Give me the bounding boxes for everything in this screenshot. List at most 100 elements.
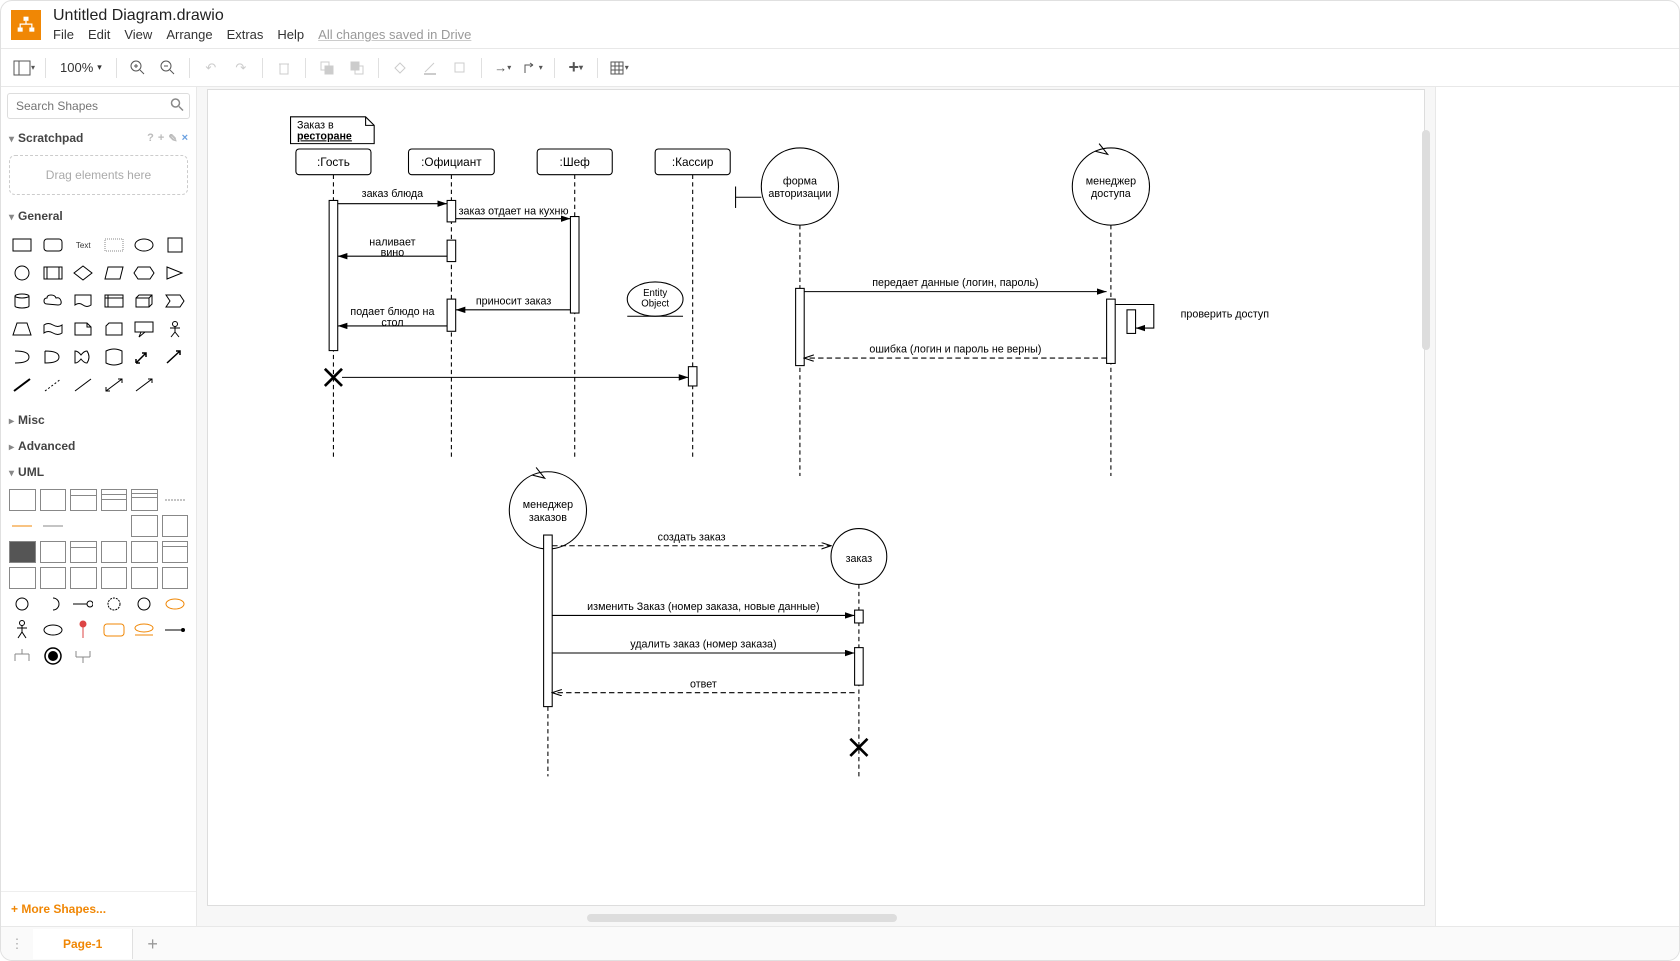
scratchpad-help-icon[interactable]: ? xyxy=(147,132,154,145)
uml-start[interactable] xyxy=(9,593,36,615)
shape-textbox[interactable] xyxy=(101,233,128,257)
shape-trapezoid[interactable] xyxy=(9,317,36,341)
shape-rect[interactable] xyxy=(9,233,36,257)
uml-header[interactable]: ▾UML xyxy=(1,459,196,485)
pages-menu-button[interactable]: ⋮ xyxy=(1,936,33,952)
uml-final[interactable] xyxy=(40,645,67,667)
shape-callout[interactable] xyxy=(131,317,158,341)
scratchpad-edit-icon[interactable]: ✎ xyxy=(168,132,177,145)
uml-usecase[interactable] xyxy=(162,593,189,615)
canvas-area[interactable]: Заказ в ресторане :Гость :Официант :Шеф xyxy=(197,87,1435,926)
horizontal-scrollbar[interactable] xyxy=(587,914,897,922)
shape-process[interactable] xyxy=(40,261,67,285)
shape-cube[interactable] xyxy=(131,289,158,313)
fill-color-button[interactable] xyxy=(387,55,413,81)
uml-join[interactable] xyxy=(162,619,189,641)
uml-interface[interactable] xyxy=(40,489,67,511)
more-shapes-button[interactable]: + More Shapes... xyxy=(1,891,196,926)
uml-entity[interactable] xyxy=(131,619,158,641)
zoom-level[interactable]: 100% ▾ xyxy=(54,60,108,75)
undo-button[interactable]: ↶ xyxy=(198,55,224,81)
scratchpad-header[interactable]: ▾Scratchpad ?+✎× xyxy=(1,125,196,151)
uml-component[interactable] xyxy=(9,541,36,563)
uml-hline[interactable] xyxy=(40,515,67,537)
shape-text[interactable]: Text xyxy=(70,233,97,257)
uml-class[interactable] xyxy=(70,489,97,511)
save-status[interactable]: All changes saved in Drive xyxy=(318,27,471,42)
view-mode-button[interactable]: ▾ xyxy=(11,55,37,81)
zoom-out-button[interactable] xyxy=(155,55,181,81)
shape-arrow[interactable] xyxy=(162,345,189,369)
delete-button[interactable] xyxy=(271,55,297,81)
shape-and[interactable] xyxy=(70,345,97,369)
shape-cloud[interactable] xyxy=(40,289,67,313)
uml-package[interactable] xyxy=(101,541,128,563)
shape-actor[interactable] xyxy=(162,317,189,341)
shape-datastore[interactable] xyxy=(101,345,128,369)
general-header[interactable]: ▾General xyxy=(1,203,196,229)
uml-comp5[interactable] xyxy=(70,567,97,589)
scratchpad-dropzone[interactable]: Drag elements here xyxy=(9,155,188,195)
misc-header[interactable]: ▸Misc xyxy=(1,407,196,433)
connection-button[interactable]: → ▾ xyxy=(490,55,516,81)
uml-comp3[interactable] xyxy=(9,567,36,589)
uml-component2[interactable] xyxy=(40,541,67,563)
shape-circle[interactable] xyxy=(9,261,36,285)
search-icon[interactable] xyxy=(170,98,184,115)
uml-port[interactable] xyxy=(70,593,97,615)
uml-actor2[interactable] xyxy=(9,619,36,641)
uml-title[interactable] xyxy=(131,515,158,537)
shape-arrow-bidir[interactable] xyxy=(131,345,158,369)
canvas[interactable]: Заказ в ресторане :Гость :Официант :Шеф xyxy=(207,89,1425,906)
app-logo[interactable] xyxy=(11,10,41,40)
uml-end[interactable] xyxy=(40,593,67,615)
menu-edit[interactable]: Edit xyxy=(88,27,110,42)
shape-step[interactable] xyxy=(162,289,189,313)
uml-pin[interactable] xyxy=(70,619,97,641)
uml-class3[interactable] xyxy=(101,489,128,511)
uml-usecase2[interactable] xyxy=(40,619,67,641)
shape-or[interactable] xyxy=(40,345,67,369)
menu-arrange[interactable]: Arrange xyxy=(166,27,212,42)
to-front-button[interactable] xyxy=(314,55,340,81)
shadow-button[interactable] xyxy=(447,55,473,81)
shape-bidir-arrow[interactable] xyxy=(101,373,128,397)
shape-line-thin[interactable] xyxy=(70,373,97,397)
menu-help[interactable]: Help xyxy=(277,27,304,42)
insert-button[interactable]: + ▾ xyxy=(563,55,589,81)
page-tab-1[interactable]: Page-1 xyxy=(33,929,133,959)
uml-required[interactable] xyxy=(131,593,158,615)
shape-document[interactable] xyxy=(70,289,97,313)
scratchpad-close-icon[interactable]: × xyxy=(182,132,188,145)
uml-comp7[interactable] xyxy=(131,567,158,589)
document-title[interactable]: Untitled Diagram.drawio xyxy=(53,7,471,25)
uml-fork2[interactable] xyxy=(70,645,97,667)
shape-square[interactable] xyxy=(162,233,189,257)
shape-parallelogram[interactable] xyxy=(101,261,128,285)
uml-divider[interactable] xyxy=(9,515,36,537)
uml-item[interactable] xyxy=(162,489,189,511)
search-shapes-input[interactable] xyxy=(7,93,190,119)
shape-tape[interactable] xyxy=(40,317,67,341)
uml-box1[interactable] xyxy=(162,515,189,537)
uml-class4[interactable] xyxy=(131,489,158,511)
uml-module[interactable] xyxy=(162,541,189,563)
line-color-button[interactable] xyxy=(417,55,443,81)
zoom-in-button[interactable] xyxy=(125,55,151,81)
uml-fork[interactable] xyxy=(9,645,36,667)
menu-view[interactable]: View xyxy=(124,27,152,42)
shape-triangle[interactable] xyxy=(162,261,189,285)
menu-file[interactable]: File xyxy=(53,27,74,42)
table-button[interactable]: ▾ xyxy=(606,55,632,81)
uml-package2[interactable] xyxy=(131,541,158,563)
uml-object[interactable] xyxy=(9,489,36,511)
shape-rounded[interactable] xyxy=(40,233,67,257)
shape-cylinder[interactable] xyxy=(9,289,36,313)
shape-ellipse[interactable] xyxy=(131,233,158,257)
shape-curly[interactable] xyxy=(9,345,36,369)
shape-dashed-line[interactable] xyxy=(40,373,67,397)
vertical-scrollbar[interactable] xyxy=(1422,130,1430,350)
scratchpad-add-icon[interactable]: + xyxy=(158,132,164,145)
format-panel[interactable] xyxy=(1435,87,1679,926)
advanced-header[interactable]: ▸Advanced xyxy=(1,433,196,459)
